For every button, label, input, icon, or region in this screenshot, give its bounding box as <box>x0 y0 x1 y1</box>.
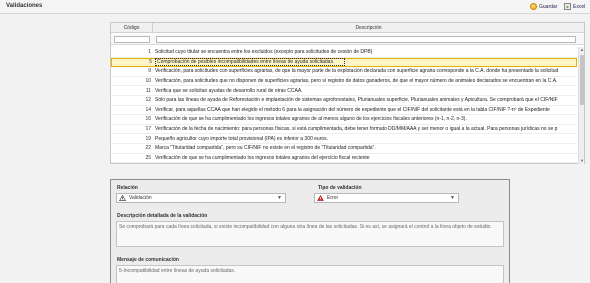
column-header-description[interactable]: Descripción <box>153 23 584 33</box>
row-code: 16 <box>145 116 151 123</box>
window-title: Validaciones <box>6 3 43 9</box>
grid-header: Código Descripción <box>111 23 584 33</box>
chevron-down-icon: ▼ <box>450 195 455 201</box>
table-row[interactable]: 17 Verificación de la fecha de nacimiento… <box>111 125 577 135</box>
row-description: Verificación, para solicitudes que no di… <box>155 78 558 85</box>
row-code: 14 <box>145 106 151 113</box>
row-description: Verificación de que se ha cumplimentado … <box>155 116 467 123</box>
mensaje-comunicacion-label: Mensaje de comunicación <box>117 257 179 263</box>
window-titlebar: Validaciones Guardar x Excel <box>0 0 590 14</box>
row-description: Verificar, para aquellas CCAA que han el… <box>155 106 550 113</box>
row-description: Verificación de que se ha cumplimentado … <box>155 154 370 161</box>
column-header-code[interactable]: Código <box>111 23 153 33</box>
chevron-down-icon: ▼ <box>277 195 282 201</box>
table-row[interactable]: 25 Verificación de que se ha cumplimentad… <box>111 154 577 164</box>
warning-outline-icon <box>119 195 126 201</box>
row-description: Sólo para las líneas de ayuda de Refores… <box>155 97 558 104</box>
scroll-thumb[interactable] <box>580 55 584 105</box>
table-row[interactable]: 14 Verificar, para aquellas CCAA que han … <box>111 106 577 116</box>
excel-icon: x <box>564 3 571 10</box>
table-row[interactable]: 10 Verificación, para solicitudes que no … <box>111 77 577 87</box>
scroll-up-icon[interactable]: ▲ <box>579 47 585 53</box>
relacion-label: Relación <box>117 185 138 191</box>
grid-rows: 1 Solicitud cuyo titular se encuentra ent… <box>111 48 577 164</box>
row-code: 1 <box>148 49 151 56</box>
relacion-value: Validación <box>129 195 152 201</box>
tipo-validacion-select[interactable]: Error ▼ <box>314 193 459 203</box>
table-row[interactable]: 9 Verificación, para solicitudes con supe… <box>111 67 577 77</box>
row-code: 9 <box>148 68 151 75</box>
excel-label: Excel <box>573 3 586 10</box>
filter-row <box>111 34 584 45</box>
descripcion-detallada-label: Descripción detallada de la validación <box>117 213 208 219</box>
grid-scrollbar[interactable]: ▲ ▼ <box>578 47 584 164</box>
validation-detail-form: Relación Validación ▼ Tipo de validación… <box>110 179 510 283</box>
table-row[interactable]: 5 Comprobación de posibles incompatibilid… <box>111 57 577 68</box>
row-code: 19 <box>145 135 151 142</box>
save-button[interactable]: Guardar <box>530 2 557 11</box>
row-description: Pequeño agricultor cuyo importe total pr… <box>155 135 329 142</box>
table-row[interactable]: 22 Marca "Titularidad compartida", pero s… <box>111 144 577 154</box>
row-description: Verifica que se solicitan ayudas de desa… <box>155 87 303 94</box>
validations-grid: Código Descripción 1 Solicitud cuyo titul… <box>110 22 585 164</box>
row-code: 11 <box>145 87 151 94</box>
excel-button[interactable]: x Excel <box>564 2 585 11</box>
error-icon <box>317 195 324 201</box>
row-code: 22 <box>145 145 151 152</box>
tipo-validacion-label: Tipo de validación <box>318 185 362 191</box>
row-code: 5 <box>149 59 152 66</box>
row-code: 17 <box>145 126 151 133</box>
table-row[interactable]: 19 Pequeño agricultor cuyo importe total … <box>111 134 577 144</box>
table-row[interactable]: 11 Verifica que se solicitan ayudas de de… <box>111 86 577 96</box>
row-description: Marca "Titularidad compartida", pero su … <box>155 145 376 152</box>
row-code: 12 <box>145 97 151 104</box>
row-description: Verificación, para solicitudes con super… <box>155 68 559 75</box>
save-icon <box>530 3 537 10</box>
descripcion-detallada-field[interactable]: Se comprobará para cada línea solicitada… <box>116 221 504 247</box>
row-description: Solicitud cuyo titular se encuentra entr… <box>155 49 373 56</box>
table-row[interactable]: 12 Sólo para las líneas de ayuda de Refor… <box>111 96 577 106</box>
save-label: Guardar <box>539 3 558 10</box>
table-row[interactable]: 16 Verificación de que se ha cumplimentad… <box>111 115 577 125</box>
filter-description-input[interactable] <box>156 36 576 43</box>
relacion-select[interactable]: Validación ▼ <box>116 193 286 203</box>
row-code: 25 <box>145 154 151 161</box>
filter-code-input[interactable] <box>114 36 150 43</box>
row-code: 10 <box>145 78 151 85</box>
tipo-validacion-value: Error <box>327 195 339 201</box>
mensaje-comunicacion-field[interactable]: 5-Incompatibilidad entre líneas de ayuda… <box>116 265 504 283</box>
table-row[interactable]: 1 Solicitud cuyo titular se encuentra ent… <box>111 48 577 58</box>
row-description: Comprobación de posibles incompatibilida… <box>155 58 345 67</box>
scroll-down-icon[interactable]: ▼ <box>579 158 585 164</box>
row-description: Verificación de la fecha de nacimiento: … <box>155 126 558 133</box>
